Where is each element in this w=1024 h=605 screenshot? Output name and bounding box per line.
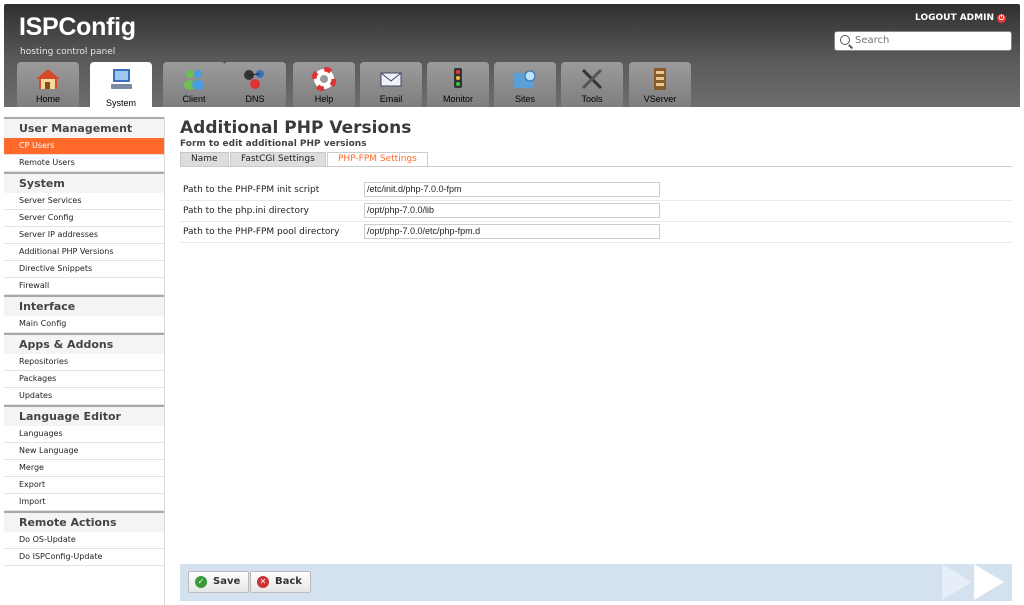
form-row-php-ini-dir: Path to the php.ini directory /opt/php-7…	[180, 202, 1012, 222]
init-script-label: Path to the PHP-FPM init script	[183, 185, 320, 195]
tab-home[interactable]: Home	[17, 62, 79, 107]
folder-globe-icon	[514, 70, 536, 88]
sidebar-item-updates[interactable]: Updates	[4, 388, 164, 405]
sidebar-section-remote-actions: Remote Actions	[4, 511, 164, 532]
tools-icon	[581, 68, 603, 90]
cancel-icon: ✕	[257, 576, 269, 588]
tab-dns-label: DNS	[245, 94, 265, 104]
tab-client-label: Client	[182, 94, 206, 104]
form-tabs: Name FastCGI Settings PHP-FPM Settings	[180, 152, 1012, 167]
tab-tools[interactable]: Tools	[561, 62, 623, 107]
sidebar-item-do-os-update[interactable]: Do OS-Update	[4, 532, 164, 549]
sidebar-item-merge[interactable]: Merge	[4, 460, 164, 477]
tab-help-label: Help	[314, 94, 334, 104]
computer-icon	[111, 69, 132, 89]
tab-home-label: Home	[35, 94, 60, 104]
back-button[interactable]: ✕ Back	[250, 571, 311, 593]
tab-monitor[interactable]: Monitor	[427, 62, 489, 107]
sidebar-section-interface: Interface	[4, 295, 164, 316]
search-box[interactable]	[834, 31, 1012, 51]
tab-tools-label: Tools	[581, 94, 603, 104]
tab-dns[interactable]: DNS	[224, 62, 286, 107]
init-script-input[interactable]: /etc/init.d/php-7.0.0-fpm	[364, 182, 660, 197]
main-content: Additional PHP Versions Form to edit add…	[180, 118, 1012, 244]
sidebar-item-do-ispconfig-update[interactable]: Do ISPConfig-Update	[4, 549, 164, 566]
tab-vserver-label: VServer	[643, 94, 677, 104]
sidebar-item-repositories[interactable]: Repositories	[4, 354, 164, 371]
app-header: ISPConfig hosting control panel LOGOUT A…	[4, 4, 1020, 111]
sidebar: User Management CP Users Remote Users Sy…	[4, 117, 165, 605]
search-icon	[840, 35, 850, 45]
envelope-icon	[380, 72, 402, 87]
sidebar-item-additional-php-versions[interactable]: Additional PHP Versions	[4, 244, 164, 261]
sidebar-section-system: System	[4, 172, 164, 193]
php-ini-dir-input[interactable]: /opt/php-7.0.0/lib	[364, 203, 660, 218]
dns-icon	[244, 70, 264, 89]
tab-system-label: System	[105, 98, 136, 108]
search-input[interactable]	[853, 34, 1007, 47]
form-row-init-script: Path to the PHP-FPM init script /etc/ini…	[180, 181, 1012, 201]
sidebar-section-apps-addons: Apps & Addons	[4, 333, 164, 354]
sidebar-section-user-management: User Management	[4, 117, 164, 138]
sidebar-item-firewall[interactable]: Firewall	[4, 278, 164, 295]
tab-email[interactable]: Email	[360, 62, 422, 107]
tab-system[interactable]: System	[90, 62, 152, 111]
sidebar-item-directive-snippets[interactable]: Directive Snippets	[4, 261, 164, 278]
app-logo[interactable]: ISPConfig	[19, 13, 136, 42]
php-ini-dir-label: Path to the php.ini directory	[183, 206, 309, 216]
button-bar: ✓ Save ✕ Back	[180, 564, 1012, 601]
tab-sites[interactable]: Sites	[494, 62, 556, 107]
back-label: Back	[275, 576, 302, 587]
sidebar-item-main-config[interactable]: Main Config	[4, 316, 164, 333]
traffic-light-icon	[454, 68, 462, 88]
tab-help[interactable]: Help	[293, 62, 355, 107]
sidebar-item-server-ip-addresses[interactable]: Server IP addresses	[4, 227, 164, 244]
save-button[interactable]: ✓ Save	[188, 571, 250, 593]
sidebar-item-new-language[interactable]: New Language	[4, 443, 164, 460]
tab-monitor-label: Monitor	[442, 94, 473, 104]
users-icon	[184, 70, 204, 90]
chevron-decoration	[942, 564, 972, 600]
logout-label: LOGOUT ADMIN	[915, 13, 994, 23]
pool-dir-input[interactable]: /opt/php-7.0.0/etc/php-fpm.d	[364, 224, 660, 239]
page-subtitle: Form to edit additional PHP versions	[180, 139, 367, 149]
sidebar-item-cp-users[interactable]: CP Users	[4, 138, 164, 155]
sidebar-section-language-editor: Language Editor	[4, 405, 164, 426]
lifebuoy-icon	[311, 67, 337, 91]
sidebar-item-export[interactable]: Export	[4, 477, 164, 494]
page-title: Additional PHP Versions	[180, 118, 412, 138]
app-tagline: hosting control panel	[20, 47, 116, 57]
tab-vserver[interactable]: VServer	[629, 62, 691, 107]
sidebar-item-server-services[interactable]: Server Services	[4, 193, 164, 210]
sidebar-item-import[interactable]: Import	[4, 494, 164, 511]
sidebar-item-packages[interactable]: Packages	[4, 371, 164, 388]
save-label: Save	[213, 576, 241, 587]
tab-fastcgi-settings[interactable]: FastCGI Settings	[230, 152, 326, 166]
tab-name[interactable]: Name	[180, 152, 229, 166]
chevron-decoration	[974, 564, 1004, 600]
php-fpm-form: Path to the PHP-FPM init script /etc/ini…	[180, 181, 1012, 243]
pool-dir-label: Path to the PHP-FPM pool directory	[183, 227, 340, 237]
sidebar-item-remote-users[interactable]: Remote Users	[4, 155, 164, 172]
sidebar-item-server-config[interactable]: Server Config	[4, 210, 164, 227]
form-row-pool-dir: Path to the PHP-FPM pool directory /opt/…	[180, 223, 1012, 243]
home-icon	[36, 69, 60, 89]
tab-email-label: Email	[379, 94, 403, 104]
sidebar-item-languages[interactable]: Languages	[4, 426, 164, 443]
tab-php-fpm-settings[interactable]: PHP-FPM Settings	[327, 152, 428, 166]
power-icon[interactable]: ⏻	[997, 13, 1006, 23]
tab-sites-label: Sites	[514, 94, 535, 104]
logout-link[interactable]: LOGOUT ADMIN ⏻	[915, 13, 1006, 23]
check-icon: ✓	[195, 576, 207, 588]
server-icon	[654, 68, 666, 90]
tab-client[interactable]: Client	[163, 62, 225, 107]
